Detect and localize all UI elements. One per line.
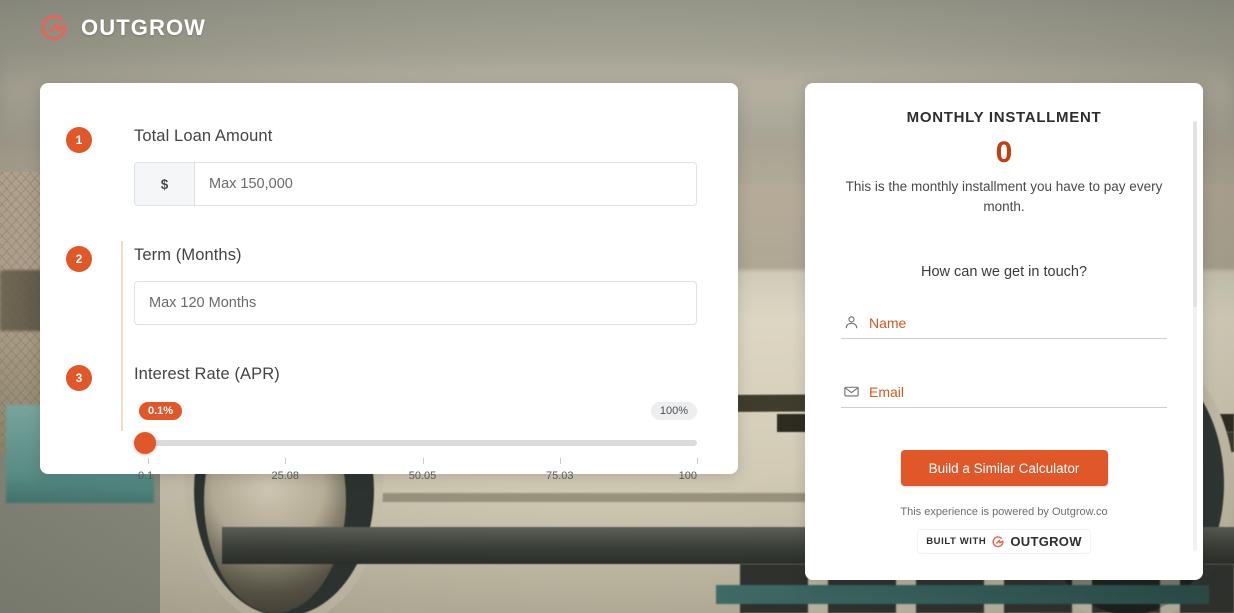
slider-tick-mark [559,458,561,464]
interest-rate-slider[interactable]: 0.1% 100% 0.1 25.08 50.05 75.03 100 [134,400,698,484]
powered-by-text: This experience is powered by Outgrow.co [900,506,1108,519]
slider-tick-labels: 0.1 25.08 50.05 75.03 100 [134,470,697,484]
calculator-steps: 1 Total Loan Amount $ 2 Term (Months) 3 … [40,83,738,484]
term-months-input[interactable] [134,281,697,325]
result-card: MONTHLY INSTALLMENT 0 This is the monthl… [805,83,1203,580]
step-3-label: Interest Rate (APR) [134,365,280,383]
built-with-outgrow-badge[interactable]: BUILT WITH OUTGROW [918,530,1090,554]
slider-max-value-badge: 100% [650,402,697,421]
slider-thumb[interactable] [134,432,156,454]
slider-tick-mark [697,458,698,464]
slider-tick-label: 25.08 [271,470,300,482]
slider-track-row[interactable] [134,432,697,454]
slider-tick-label: 75.03 [545,470,574,482]
built-with-brand: OUTGROW [1010,534,1082,550]
slider-track[interactable] [148,440,697,446]
result-value: 0 [995,136,1013,169]
email-input[interactable] [869,383,1165,400]
result-title: MONTHLY INSTALLMENT [906,109,1102,126]
slider-tick-label: 0.1 [138,470,154,482]
step-term-months: 2 Term (Months) [40,246,738,325]
build-similar-calculator-button[interactable]: Build a Similar Calculator [900,450,1108,487]
built-with-label: BUILT WITH [926,536,987,548]
envelope-icon [843,383,860,400]
slider-current-value-badge: 0.1% [139,402,183,421]
site-header: OUTGROW [38,12,206,44]
step-number-3: 3 [66,365,92,391]
email-field[interactable] [841,377,1167,409]
person-icon [843,314,860,331]
name-input[interactable] [869,314,1165,331]
slider-tick-mark [422,458,424,464]
step-2-label: Term (Months) [134,246,242,264]
step-interest-rate: 3 Interest Rate (APR) 0.1% 100% 0.1 25.08… [40,365,738,484]
step-1-body: Total Loan Amount $ [82,127,738,206]
slider-tick-label: 50.05 [408,470,437,482]
step-total-loan-amount: 1 Total Loan Amount $ [40,127,738,206]
outgrow-logo-icon [38,12,70,44]
slider-tick-marks [134,458,698,468]
result-card-content: MONTHLY INSTALLMENT 0 This is the monthl… [805,83,1203,580]
outgrow-logo-icon [991,535,1005,549]
step-number-1: 1 [66,127,92,153]
slider-tick-mark [285,458,287,464]
step-1-label: Total Loan Amount [134,127,273,145]
step-3-body: Interest Rate (APR) 0.1% 100% 0.1 25.08 50… [82,365,738,484]
step-2-body: Term (Months) [82,246,738,325]
slider-tick-label: 100 [678,470,697,482]
name-field[interactable] [841,308,1167,340]
loan-amount-field[interactable]: $ [134,162,697,206]
slider-tick-mark [148,458,149,464]
step-number-2: 2 [66,246,92,272]
result-description: This is the monthly installment you have… [845,179,1163,214]
currency-prefix: $ [135,163,195,205]
slider-badges: 0.1% 100% [134,402,697,422]
loan-amount-input[interactable] [195,163,696,205]
brand-name: OUTGROW [81,15,207,40]
calculator-card: 1 Total Loan Amount $ 2 Term (Months) 3 … [40,83,738,482]
contact-question: How can we get in touch? [920,264,1088,281]
